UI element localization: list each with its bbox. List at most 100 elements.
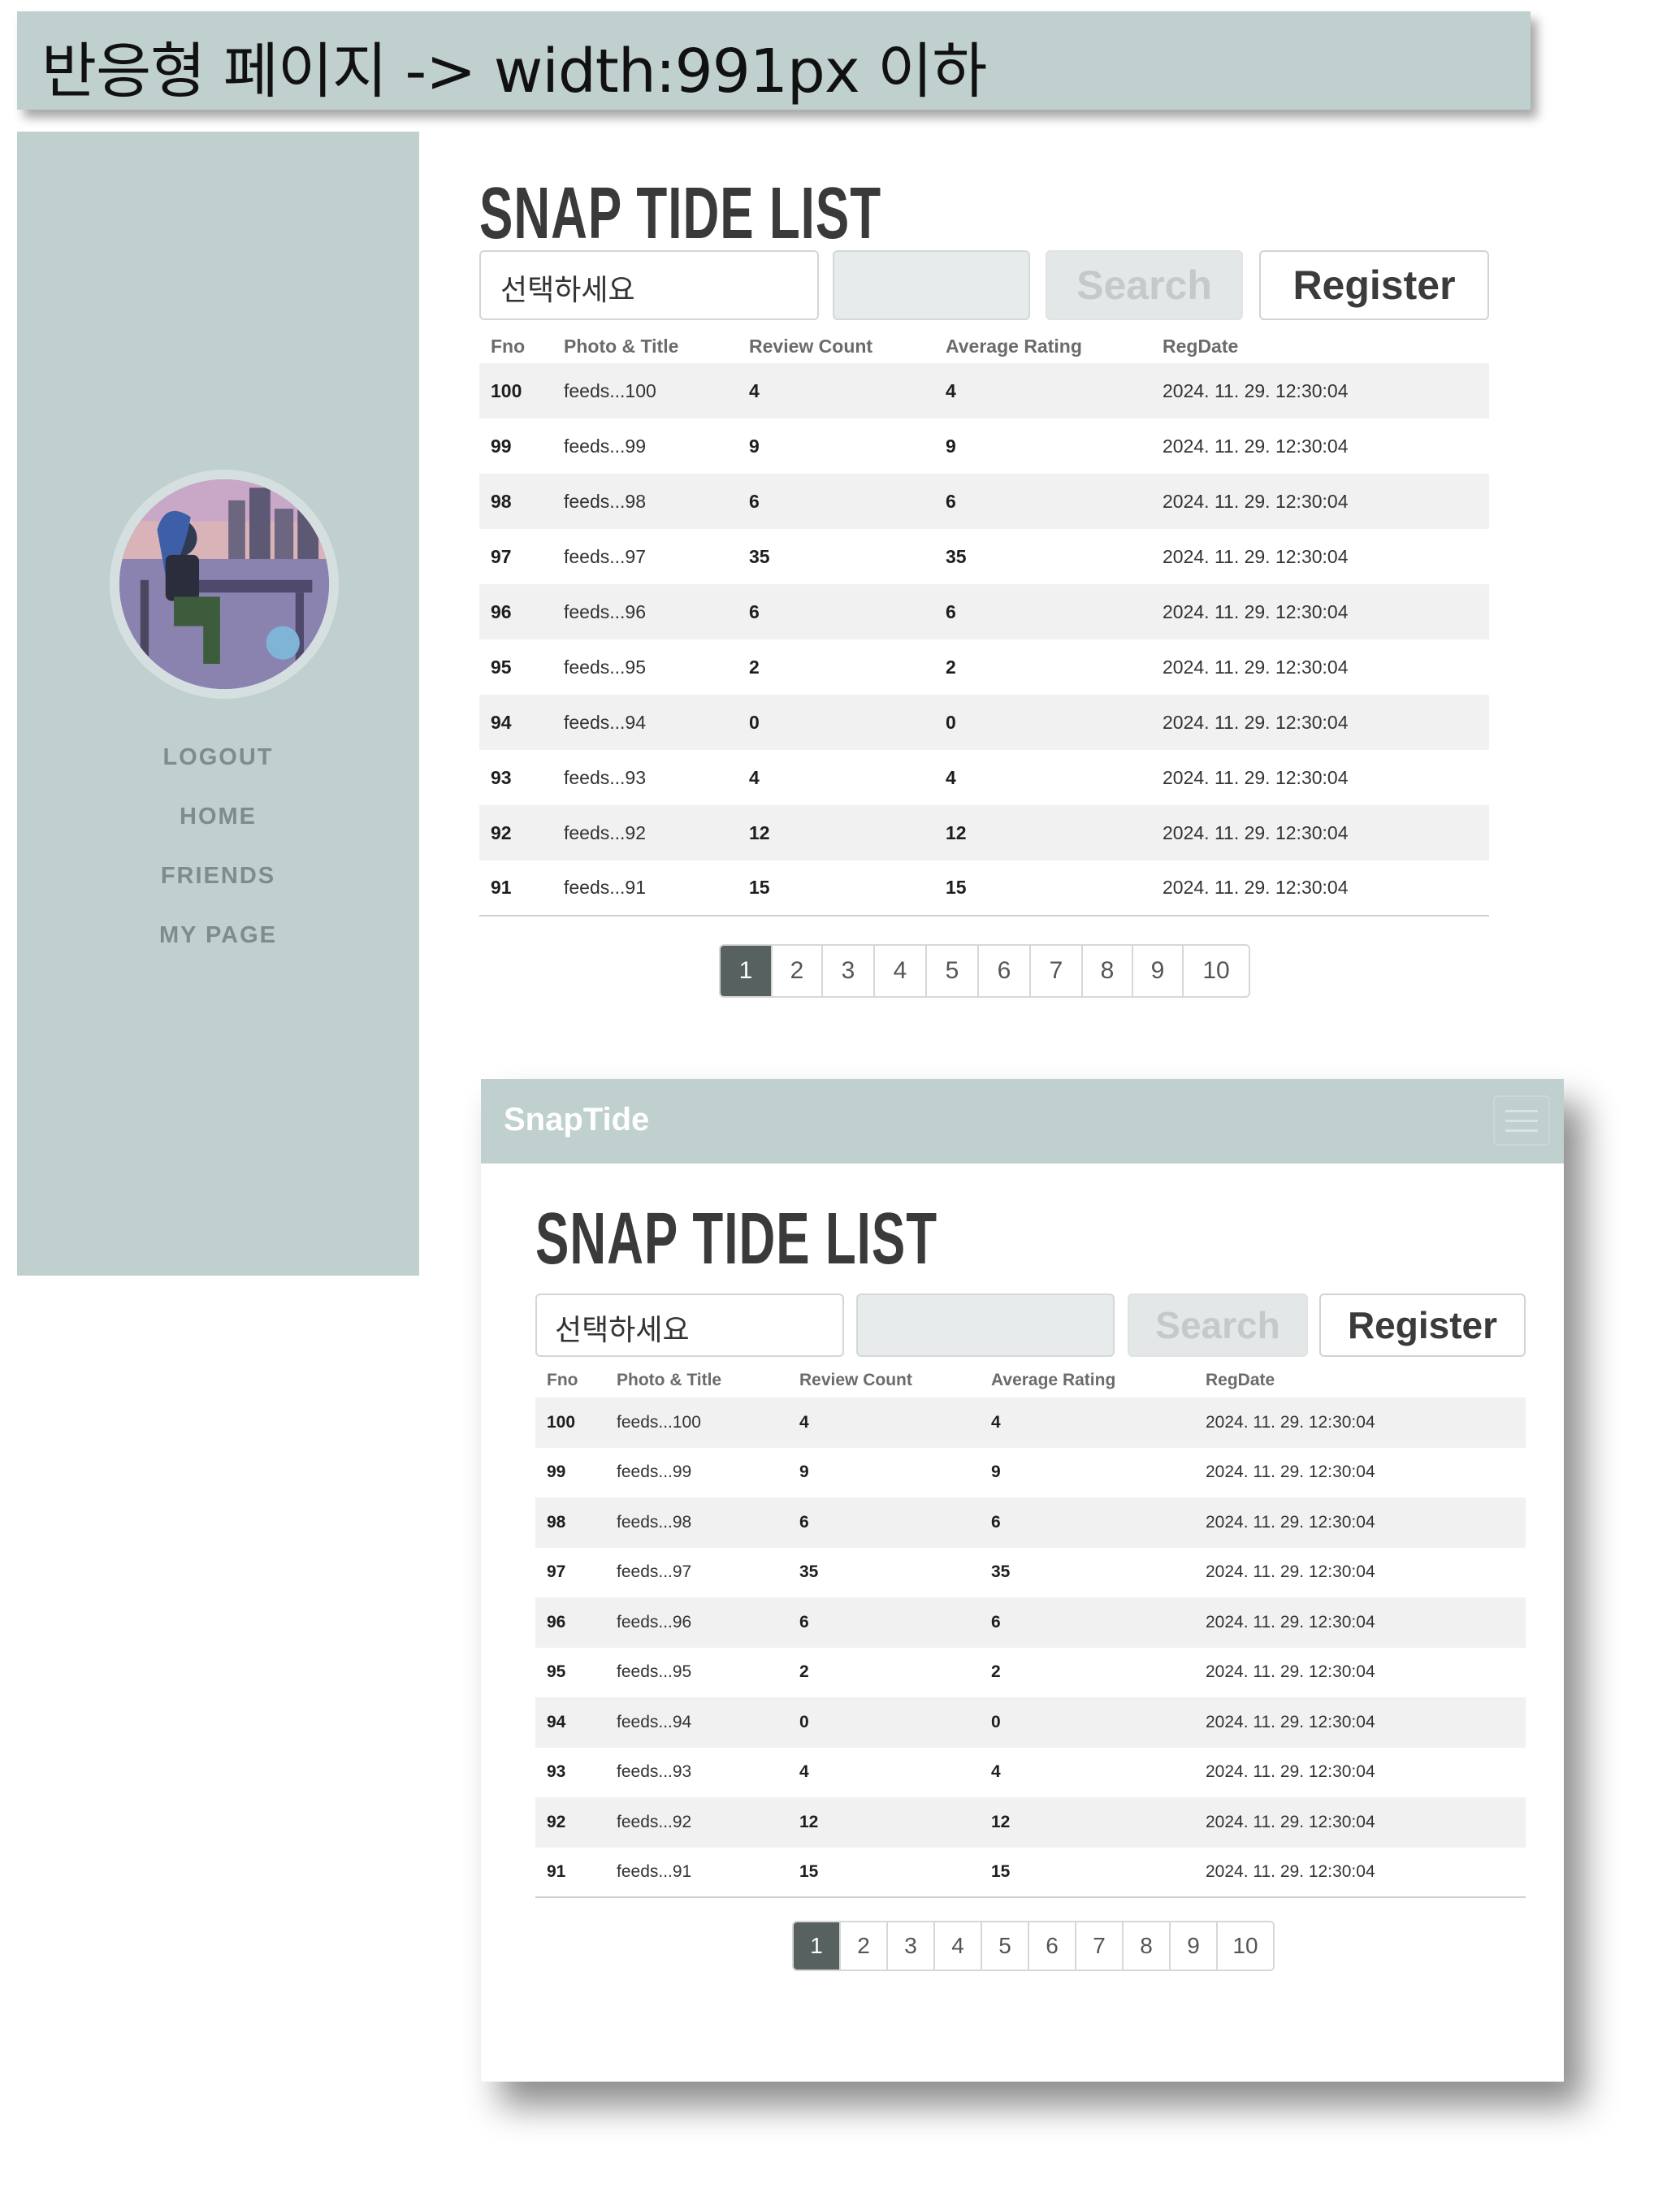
cell-regdate: 2024. 11. 29. 12:30:04 [1163,545,1349,567]
avatar [110,470,339,699]
column-header-average-rating: Average Rating [946,335,1082,357]
cell-photo-title[interactable]: feeds...95 [564,639,749,695]
cell-photo-title[interactable]: feeds...100 [564,363,749,418]
mobile-cell-fno: 95 [547,1662,566,1682]
cell-fno: 91 [491,877,512,898]
mobile-column-header-photo-title: Photo & Title [617,1371,722,1389]
nav-logout[interactable]: LOGOUT [17,744,419,771]
nav-home[interactable]: HOME [17,804,419,830]
mobile-table-row[interactable]: 99 feeds...99 9 9 2024. 11. 29. 12:30:04 [535,1448,1526,1498]
search-type-select[interactable]: 선택하세요 [479,250,819,320]
page-link-1[interactable]: 1 [721,946,771,996]
mobile-page-link-8[interactable]: 8 [1122,1922,1169,1970]
table-row[interactable]: 95 feeds...95 2 2 2024. 11. 29. 12:30:04 [479,639,1489,695]
cell-regdate: 2024. 11. 29. 12:30:04 [1163,877,1349,898]
cell-photo-title[interactable]: feeds...99 [564,418,749,474]
mobile-table-row[interactable]: 96 feeds...96 6 6 2024. 11. 29. 12:30:04 [535,1597,1526,1648]
mobile-page-link-9[interactable]: 9 [1169,1922,1216,1970]
mobile-cell-average-rating: 2 [991,1662,1001,1682]
register-button[interactable]: Register [1259,250,1489,320]
mobile-table-row[interactable]: 95 feeds...95 2 2 2024. 11. 29. 12:30:04 [535,1648,1526,1698]
page-link-8[interactable]: 8 [1081,946,1132,996]
mobile-cell-review-count: 9 [799,1462,809,1482]
mobile-cell-regdate: 2024. 11. 29. 12:30:04 [1206,1662,1375,1682]
table-row[interactable]: 91 feeds...91 15 15 2024. 11. 29. 12:30:04 [479,860,1489,916]
table-row[interactable]: 100 feeds...100 4 4 2024. 11. 29. 12:30:04 [479,363,1489,418]
table-row[interactable]: 93 feeds...93 4 4 2024. 11. 29. 12:30:04 [479,750,1489,805]
mobile-cell-photo-title[interactable]: feeds...92 [617,1797,799,1848]
mobile-table-row[interactable]: 91 feeds...91 15 15 2024. 11. 29. 12:30:04 [535,1848,1526,1898]
hamburger-menu-icon[interactable] [1493,1095,1550,1146]
cell-regdate: 2024. 11. 29. 12:30:04 [1163,600,1349,622]
mobile-column-header-review-count: Review Count [799,1371,912,1389]
mobile-page-link-7[interactable]: 7 [1075,1922,1122,1970]
table-row[interactable]: 94 feeds...94 0 0 2024. 11. 29. 12:30:04 [479,695,1489,750]
cell-photo-title[interactable]: feeds...92 [564,805,749,860]
page-link-6[interactable]: 6 [977,946,1029,996]
mobile-table-row[interactable]: 98 feeds...98 6 6 2024. 11. 29. 12:30:04 [535,1497,1526,1548]
page-link-4[interactable]: 4 [873,946,925,996]
table-row[interactable]: 98 feeds...98 6 6 2024. 11. 29. 12:30:04 [479,474,1489,529]
mobile-search-button[interactable]: Search [1128,1294,1308,1357]
page-link-10[interactable]: 10 [1182,946,1249,996]
mobile-cell-regdate: 2024. 11. 29. 12:30:04 [1206,1512,1375,1532]
mobile-cell-photo-title[interactable]: feeds...97 [617,1548,799,1598]
mobile-page-link-1[interactable]: 1 [794,1922,839,1970]
mobile-search-type-select[interactable]: 선택하세요 [535,1294,844,1357]
cell-photo-title[interactable]: feeds...91 [564,860,749,916]
mobile-page-link-3[interactable]: 3 [886,1922,933,1970]
page-link-3[interactable]: 3 [821,946,873,996]
mobile-table-row[interactable]: 94 feeds...94 0 0 2024. 11. 29. 12:30:04 [535,1697,1526,1748]
mobile-page-link-2[interactable]: 2 [839,1922,886,1970]
mobile-cell-photo-title[interactable]: feeds...91 [617,1848,799,1898]
mobile-table-row[interactable]: 97 feeds...97 35 35 2024. 11. 29. 12:30:04 [535,1548,1526,1598]
cell-review-count: 6 [749,490,760,512]
cell-review-count: 4 [749,379,760,401]
mobile-cell-photo-title[interactable]: feeds...98 [617,1497,799,1548]
mobile-cell-photo-title[interactable]: feeds...94 [617,1697,799,1748]
mobile-cell-regdate: 2024. 11. 29. 12:30:04 [1206,1762,1375,1782]
cell-photo-title[interactable]: feeds...98 [564,474,749,529]
mobile-cell-photo-title[interactable]: feeds...95 [617,1648,799,1698]
mobile-cell-photo-title[interactable]: feeds...99 [617,1448,799,1498]
mobile-cell-review-count: 15 [799,1861,819,1881]
mobile-keyword-input[interactable] [856,1294,1115,1357]
cell-photo-title[interactable]: feeds...96 [564,584,749,639]
mobile-page-link-6[interactable]: 6 [1028,1922,1075,1970]
cell-photo-title[interactable]: feeds...94 [564,695,749,750]
page-link-7[interactable]: 7 [1029,946,1081,996]
nav-my-page[interactable]: MY PAGE [17,922,419,949]
page-link-2[interactable]: 2 [771,946,821,996]
page-link-9[interactable]: 9 [1132,946,1182,996]
cell-photo-title[interactable]: feeds...97 [564,529,749,584]
mobile-table-row[interactable]: 92 feeds...92 12 12 2024. 11. 29. 12:30:04 [535,1797,1526,1848]
mobile-table-row[interactable]: 100 feeds...100 4 4 2024. 11. 29. 12:30:04 [535,1398,1526,1448]
mobile-cell-photo-title[interactable]: feeds...96 [617,1597,799,1648]
mobile-cell-photo-title[interactable]: feeds...100 [617,1398,799,1448]
mobile-cell-review-count: 4 [799,1762,809,1782]
table-row[interactable]: 99 feeds...99 9 9 2024. 11. 29. 12:30:04 [479,418,1489,474]
cell-average-rating: 6 [946,600,956,622]
mobile-table-row[interactable]: 93 feeds...93 4 4 2024. 11. 29. 12:30:04 [535,1748,1526,1798]
mobile-page-link-10[interactable]: 10 [1216,1922,1273,1970]
cell-average-rating: 0 [946,711,956,733]
brand-logo[interactable]: SnapTide [504,1102,649,1138]
mobile-cell-average-rating: 9 [991,1462,1001,1482]
mobile-page-link-5[interactable]: 5 [981,1922,1028,1970]
cell-fno: 100 [491,379,522,401]
cell-photo-title[interactable]: feeds...93 [564,750,749,805]
table-row[interactable]: 97 feeds...97 35 35 2024. 11. 29. 12:30:04 [479,529,1489,584]
table-row[interactable]: 96 feeds...96 6 6 2024. 11. 29. 12:30:04 [479,584,1489,639]
keyword-input[interactable] [833,250,1030,320]
mobile-cell-photo-title[interactable]: feeds...93 [617,1748,799,1798]
cell-average-rating: 2 [946,656,956,678]
search-button[interactable]: Search [1046,250,1243,320]
table-row[interactable]: 92 feeds...92 12 12 2024. 11. 29. 12:30:04 [479,805,1489,860]
mobile-page-link-4[interactable]: 4 [933,1922,981,1970]
mobile-register-button[interactable]: Register [1319,1294,1526,1357]
page-link-5[interactable]: 5 [925,946,977,996]
cell-fno: 97 [491,545,512,567]
mobile-cell-fno: 99 [547,1462,566,1482]
nav-friends[interactable]: FRIENDS [17,863,419,890]
cell-average-rating: 4 [946,766,956,788]
